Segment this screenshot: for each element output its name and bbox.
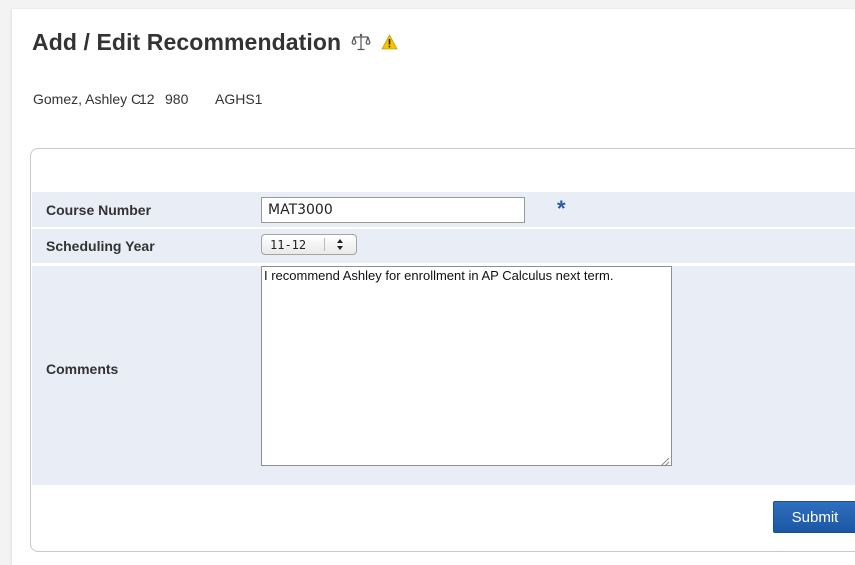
student-id: 980 bbox=[165, 91, 189, 107]
student-info: Gomez, Ashley C 12 980 AGHS1 bbox=[33, 91, 262, 107]
comments-row: Comments I recommend Ashley for enrollme… bbox=[32, 266, 855, 485]
title-row: Add / Edit Recommendation bbox=[32, 27, 398, 57]
course-number-input[interactable] bbox=[261, 197, 525, 223]
select-divider bbox=[324, 238, 325, 251]
student-grade: 12 bbox=[139, 91, 155, 107]
course-number-label: Course Number bbox=[46, 202, 152, 218]
scheduling-year-row: Scheduling Year 11-12 bbox=[32, 229, 855, 263]
required-marker: * bbox=[557, 196, 566, 221]
course-number-row: Course Number * bbox=[32, 192, 855, 227]
comments-textarea[interactable]: I recommend Ashley for enrollment in AP … bbox=[261, 266, 672, 466]
scheduling-year-select[interactable]: 11-12 bbox=[261, 234, 357, 255]
page-title: Add / Edit Recommendation bbox=[32, 28, 342, 55]
student-school: AGHS1 bbox=[215, 91, 263, 107]
scales-icon[interactable] bbox=[351, 32, 371, 52]
resize-grip-icon[interactable] bbox=[659, 454, 670, 467]
recommendation-form: Course Number * Scheduling Year 11-12 Co… bbox=[30, 148, 855, 552]
student-name: Gomez, Ashley C bbox=[33, 91, 142, 107]
scheduling-year-label: Scheduling Year bbox=[46, 238, 155, 254]
comments-label: Comments bbox=[46, 361, 119, 377]
page-container: Add / Edit Recommendation Gomez, Ashley … bbox=[12, 9, 855, 565]
scheduling-year-value: 11-12 bbox=[270, 237, 307, 252]
warning-icon[interactable] bbox=[381, 34, 398, 50]
submit-button[interactable]: Submit bbox=[773, 501, 855, 533]
select-arrows-icon bbox=[330, 236, 350, 253]
